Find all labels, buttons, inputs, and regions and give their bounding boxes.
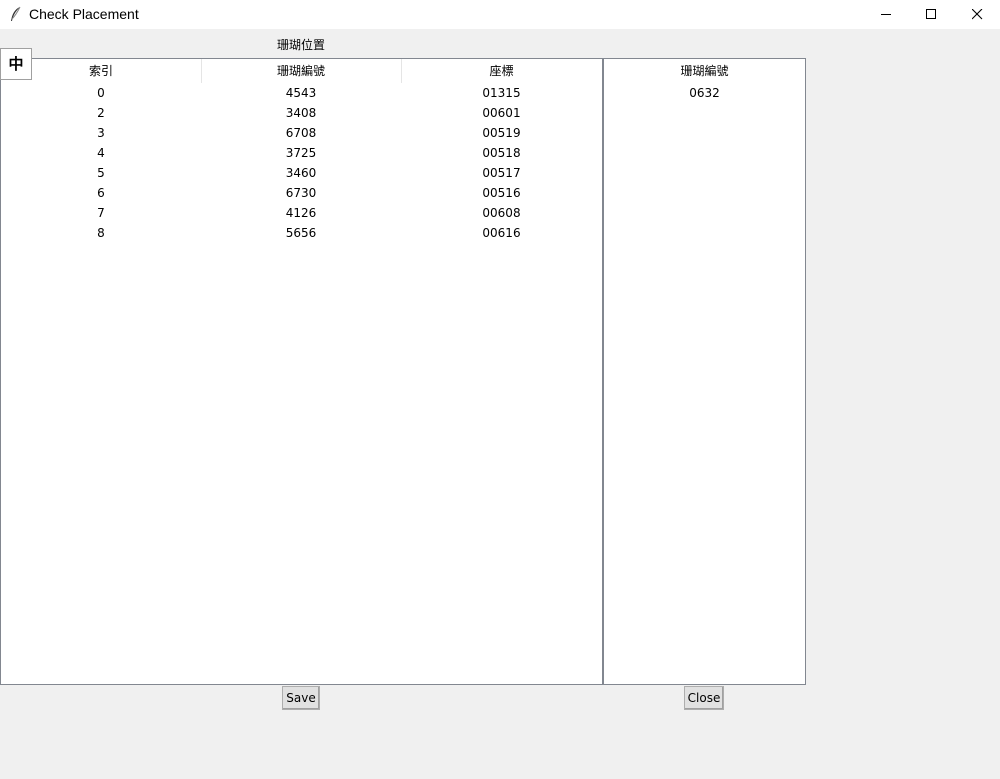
table-row[interactable]: 0 4543 01315	[1, 83, 602, 103]
table-row[interactable]: 6 6730 00516	[1, 183, 602, 203]
cell-coral-id: 3460	[285, 166, 317, 180]
cell-coral-id: 4543	[285, 86, 317, 100]
close-button[interactable]: Close	[684, 686, 724, 710]
column-header-coral-id[interactable]: 珊瑚編號	[201, 59, 402, 83]
table-row[interactable]: 3 6708 00519	[1, 123, 602, 143]
placement-table[interactable]: 索引 珊瑚編號 座標 0 4543 01315 2 3408 00601 3 6…	[0, 58, 603, 685]
table-row[interactable]: 4 3725 00518	[1, 143, 602, 163]
side-table-header: 珊瑚編號	[604, 59, 805, 83]
cell-coral-id: 3408	[285, 106, 317, 120]
column-header-coral-id[interactable]: 珊瑚編號	[604, 59, 805, 83]
cell-coral-id: 5656	[285, 226, 317, 240]
cell-index: 7	[97, 206, 105, 220]
cell-index: 8	[97, 226, 105, 240]
save-button[interactable]: Save	[282, 686, 320, 710]
cell-coord: 01315	[482, 86, 521, 100]
side-table-body: 0632	[604, 83, 805, 103]
close-window-button[interactable]	[954, 0, 1000, 29]
cell-coral-id: 6730	[285, 186, 317, 200]
cell-coord: 00518	[482, 146, 521, 160]
table-row[interactable]: 7 4126 00608	[1, 203, 602, 223]
cell-index: 4	[97, 146, 105, 160]
unplaced-coral-table[interactable]: 珊瑚編號 0632	[603, 58, 806, 685]
close-icon	[972, 9, 983, 20]
cell-coral-id: 3725	[285, 146, 317, 160]
table-row[interactable]: 8 5656 00616	[1, 223, 602, 243]
cell-index: 6	[97, 186, 105, 200]
column-header-coord[interactable]: 座標	[401, 59, 602, 83]
cell-coral-id: 0632	[689, 86, 720, 100]
title-bar: Check Placement	[0, 0, 1000, 29]
cell-coord: 00519	[482, 126, 521, 140]
cell-coord: 00517	[482, 166, 521, 180]
cell-index: 3	[97, 126, 105, 140]
cell-coord: 00616	[482, 226, 521, 240]
cell-coral-id: 4126	[285, 206, 317, 220]
maximize-icon	[926, 9, 936, 19]
table-row[interactable]: 0632	[604, 83, 805, 103]
feather-icon	[9, 6, 23, 22]
cell-index: 2	[97, 106, 105, 120]
cell-coord: 00608	[482, 206, 521, 220]
minimize-icon	[881, 14, 891, 15]
cell-coral-id: 6708	[285, 126, 317, 140]
placement-label: 珊瑚位置	[276, 38, 325, 52]
cell-coord: 00601	[482, 106, 521, 120]
maximize-button[interactable]	[908, 0, 954, 29]
table-row[interactable]: 5 3460 00517	[1, 163, 602, 183]
table-header: 索引 珊瑚編號 座標	[1, 59, 602, 83]
cell-index: 5	[97, 166, 105, 180]
table-body: 0 4543 01315 2 3408 00601 3 6708 00519 4…	[1, 83, 602, 243]
minimize-button[interactable]	[863, 0, 909, 29]
cell-index: 0	[97, 86, 105, 100]
window-title: Check Placement	[29, 6, 139, 22]
table-row[interactable]: 2 3408 00601	[1, 103, 602, 123]
cell-coord: 00516	[482, 186, 521, 200]
language-toggle-button[interactable]: 中	[0, 48, 32, 80]
